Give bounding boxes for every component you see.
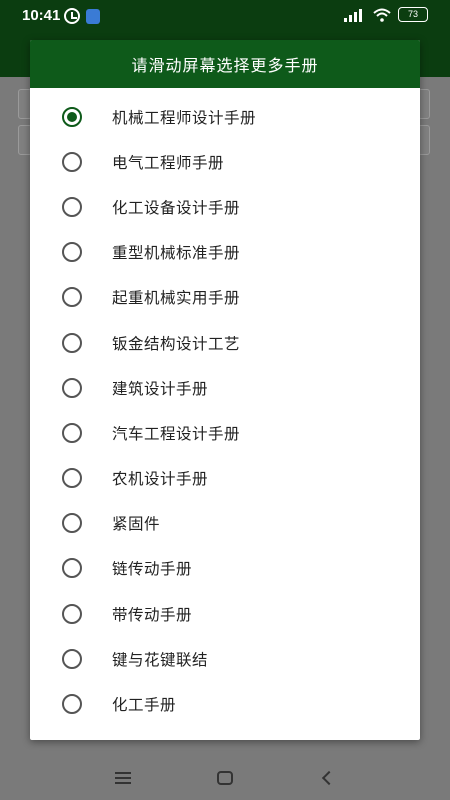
manual-option-label: 汽车工程设计手册 (112, 424, 241, 443)
app-notification-icon (86, 8, 100, 24)
back-icon (321, 770, 337, 785)
manual-option-label: 钣金结构设计工艺 (112, 334, 241, 353)
radio-unchecked-icon[interactable] (62, 196, 82, 217)
recent-apps-button[interactable] (111, 766, 135, 790)
manual-option-label: 重型机械标准手册 (112, 244, 241, 263)
manual-option[interactable]: 机械工程师设计手册 (30, 94, 420, 139)
manual-option-label: 键与花键联结 (112, 650, 209, 669)
menu-icon (115, 771, 131, 784)
manual-option-label: 建筑设计手册 (112, 379, 209, 398)
status-bar: 10:41 73 (0, 0, 450, 32)
radio-unchecked-icon[interactable] (62, 558, 82, 579)
status-time: 10:41 (22, 7, 61, 24)
manual-option-label: 电气工程师手册 (112, 153, 225, 172)
radio-unchecked-icon[interactable] (62, 242, 82, 263)
radio-unchecked-icon[interactable] (62, 377, 82, 398)
radio-unchecked-icon[interactable] (62, 422, 82, 443)
home-button[interactable] (213, 766, 237, 790)
system-navigation-bar (0, 755, 450, 800)
manual-option[interactable]: 建筑设计手册 (30, 365, 420, 410)
manual-option-label: 链传动手册 (112, 560, 193, 579)
manual-option-label: 机械工程师设计手册 (112, 108, 257, 127)
manual-option[interactable]: 钣金结构设计工艺 (30, 320, 420, 365)
radio-unchecked-icon[interactable] (62, 694, 82, 715)
manual-option-label: 带传动手册 (112, 605, 193, 624)
manual-option-list[interactable]: 机械工程师设计手册 电气工程师手册 化工设备设计手册 重型机械标准手册 起重机械实用手册… (30, 88, 420, 727)
manual-option[interactable]: 紧固件 (30, 501, 420, 546)
manual-option-label: 农机设计手册 (112, 470, 209, 489)
manual-option[interactable]: 化工设备设计手册 (30, 184, 420, 229)
radio-checked-icon[interactable] (62, 106, 82, 127)
radio-unchecked-icon[interactable] (62, 151, 82, 172)
manual-option[interactable]: 起重机械实用手册 (30, 275, 420, 320)
manual-option[interactable]: 汽车工程设计手册 (30, 410, 420, 455)
manual-option-label: 化工手册 (112, 696, 177, 715)
manual-select-dialog: 请滑动屏幕选择更多手册 机械工程师设计手册 电气工程师手册 化工设备设计手册 重型机械… (30, 40, 420, 740)
manual-option[interactable]: 化工手册 (30, 681, 420, 726)
radio-unchecked-icon[interactable] (62, 603, 82, 624)
radio-unchecked-icon[interactable] (62, 513, 82, 534)
manual-option-label: 起重机械实用手册 (112, 289, 241, 308)
dialog-title: 请滑动屏幕选择更多手册 (30, 40, 420, 88)
wifi-icon (373, 8, 391, 22)
manual-option[interactable]: 带传动手册 (30, 591, 420, 636)
radio-unchecked-icon[interactable] (62, 287, 82, 308)
back-button[interactable] (315, 766, 339, 790)
alarm-icon (64, 8, 80, 24)
manual-option-label: 化工设备设计手册 (112, 198, 241, 217)
manual-option-label: 紧固件 (112, 515, 161, 534)
home-icon (217, 770, 233, 785)
signal-icon (344, 8, 366, 22)
radio-unchecked-icon[interactable] (62, 648, 82, 669)
manual-option[interactable]: 链传动手册 (30, 546, 420, 591)
status-system-icons: 73 (344, 7, 428, 22)
radio-unchecked-icon[interactable] (62, 468, 82, 489)
manual-option[interactable]: 农机设计手册 (30, 456, 420, 501)
battery-indicator: 73 (398, 7, 428, 22)
radio-unchecked-icon[interactable] (62, 332, 82, 353)
manual-option[interactable]: 重型机械标准手册 (30, 230, 420, 275)
manual-option[interactable]: 键与花键联结 (30, 636, 420, 681)
status-notification-icons (64, 8, 100, 24)
manual-option[interactable]: 电气工程师手册 (30, 139, 420, 184)
